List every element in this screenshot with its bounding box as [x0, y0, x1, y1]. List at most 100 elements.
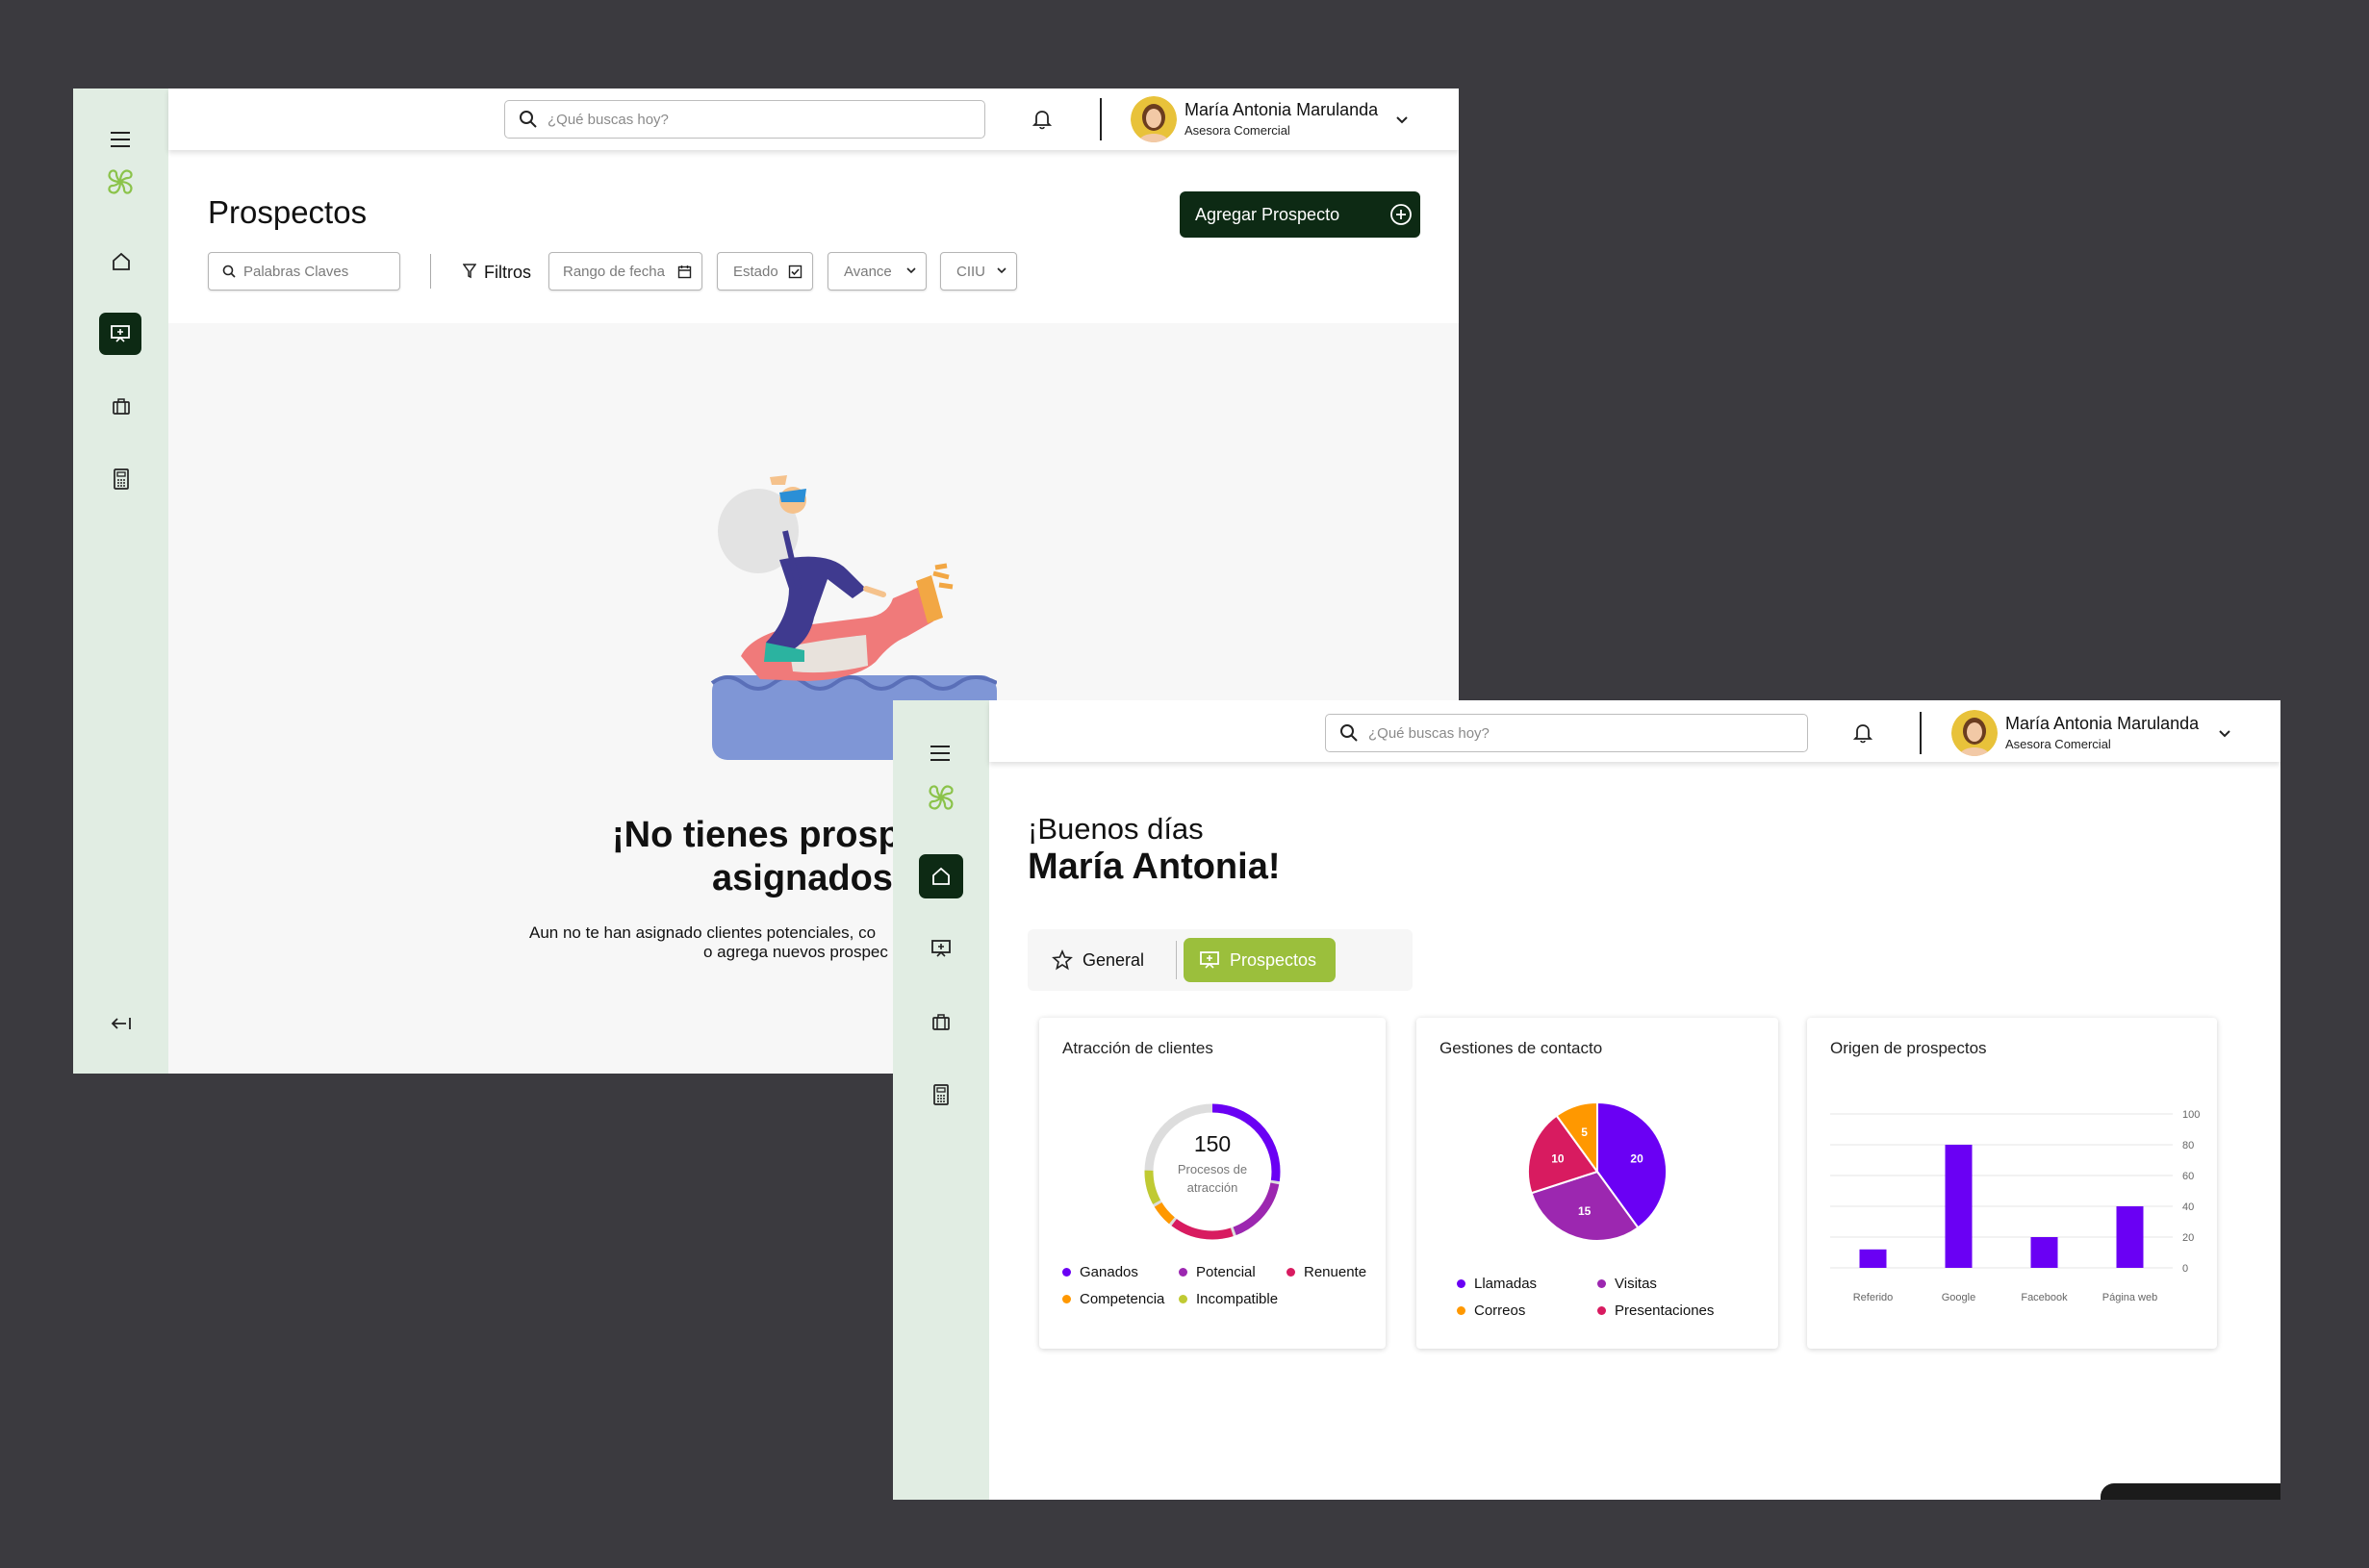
origin-card-title: Origen de prospectos: [1830, 1039, 1987, 1057]
home-icon[interactable]: [102, 242, 140, 281]
greeting: ¡Buenos días: [1028, 812, 1204, 846]
clover-logo-icon: [102, 164, 139, 200]
legend-label: Visitas: [1615, 1276, 1657, 1292]
y-tick-label: 100: [2182, 1109, 2200, 1121]
legend-visitas: Visitas: [1597, 1276, 1657, 1292]
hamburger-icon[interactable]: [926, 739, 955, 768]
contact-card-title: Gestiones de contacto: [1439, 1039, 1603, 1057]
legend-dot: [1597, 1279, 1606, 1288]
legend-dot: [1597, 1306, 1606, 1315]
chevron-down-icon: [997, 267, 1006, 274]
presentation-icon[interactable]: [922, 929, 960, 968]
collapse-left-icon[interactable]: [102, 1004, 140, 1043]
empty-state-title-line1: ¡No tienes prosp: [612, 815, 901, 855]
legend-dot: [1179, 1268, 1187, 1277]
bar-facebook: [2030, 1237, 2058, 1268]
legend-dot: [1286, 1268, 1295, 1277]
legend-label: Presentaciones: [1615, 1302, 1715, 1319]
legend-potencial: Potencial: [1179, 1264, 1256, 1280]
x-tick-label: Página web: [2102, 1292, 2158, 1303]
legend-label: Llamadas: [1474, 1276, 1538, 1292]
briefcase-icon[interactable]: [102, 387, 140, 425]
search-icon: [519, 110, 538, 129]
clover-logo-icon: [923, 779, 959, 816]
y-tick-label: 40: [2182, 1201, 2194, 1213]
legend-dot: [1457, 1306, 1465, 1315]
add-prospect-button[interactable]: Agregar Prospecto: [1180, 191, 1420, 238]
legend-llamadas: Llamadas: [1457, 1276, 1537, 1292]
y-tick-label: 20: [2182, 1232, 2194, 1244]
donut-center-label-2: atracción: [1186, 1180, 1238, 1195]
search-placeholder: ¿Qué buscas hoy?: [548, 111, 669, 128]
chevron-down-icon: [906, 267, 916, 274]
state-label: Estado: [733, 263, 778, 280]
legend-label: Competencia: [1080, 1291, 1165, 1307]
donut-center-value: 150: [1193, 1131, 1232, 1156]
briefcase-icon[interactable]: [922, 1002, 960, 1041]
legend-correos: Correos: [1457, 1302, 1525, 1319]
y-tick-label: 80: [2182, 1140, 2194, 1151]
filter-icon[interactable]: [461, 262, 478, 281]
user-name: María Antonia Marulanda: [1184, 100, 1379, 119]
floating-panel-edge: [2101, 1483, 2280, 1500]
avatar[interactable]: [1131, 96, 1177, 142]
tab-prospectos-label: Prospectos: [1230, 949, 1317, 970]
plus-circle-icon: [1389, 203, 1413, 226]
bar-google: [1945, 1145, 1973, 1268]
calculator-icon[interactable]: [102, 460, 140, 498]
tab-general[interactable]: General: [1052, 945, 1144, 975]
chevron-down-icon[interactable]: [1390, 108, 1414, 131]
contact-pie-chart: 20 15 10 5: [1527, 1100, 1668, 1242]
sidebar: [893, 700, 989, 1500]
legend-dot: [1062, 1295, 1071, 1303]
chevron-down-icon[interactable]: [2213, 721, 2236, 745]
nav-prospectos-icon[interactable]: [99, 313, 141, 355]
origin-bar-chart: 100 80 60 40 20 0 Referido Google Facebook Página…: [1830, 1109, 2200, 1303]
page-title: Prospectos: [208, 194, 368, 230]
tab-divider: [1176, 941, 1177, 979]
y-tick-label: 60: [2182, 1171, 2194, 1182]
user-role: Asesora Comercial: [2005, 737, 2111, 751]
tab-general-label: General: [1083, 949, 1145, 970]
empty-state-text-line1: Aun no te han asignado clientes potencia…: [529, 923, 877, 942]
user-first-name: María Antonia!: [1028, 847, 1281, 887]
date-range-filter[interactable]: Rango de fecha: [548, 252, 702, 291]
topbar-divider: [1920, 712, 1922, 754]
legend-dot: [1457, 1279, 1465, 1288]
x-tick-label: Referido: [1853, 1292, 1894, 1303]
ciiu-filter[interactable]: CIIU: [940, 252, 1017, 291]
checkbox-icon: [788, 265, 802, 279]
global-search-input[interactable]: ¿Qué buscas hoy?: [1325, 714, 1808, 752]
legend-renuente: Renuente: [1286, 1264, 1366, 1280]
home-icon[interactable]: [919, 854, 963, 898]
filters-label[interactable]: Filtros: [484, 263, 531, 283]
topbar: ¿Qué buscas hoy? María Antonia Marulanda…: [989, 700, 2280, 762]
search-icon: [1339, 723, 1359, 743]
legend-dot: [1062, 1268, 1071, 1277]
legend-presentaciones: Presentaciones: [1597, 1302, 1714, 1319]
avatar[interactable]: [1951, 710, 1998, 756]
global-search-input[interactable]: ¿Qué buscas hoy?: [504, 100, 985, 139]
search-placeholder: ¿Qué buscas hoy?: [1368, 724, 1490, 742]
y-tick-label: 0: [2182, 1263, 2188, 1275]
x-tick-label: Facebook: [2021, 1292, 2068, 1303]
bell-icon[interactable]: [1847, 718, 1878, 748]
legend-competencia: Competencia: [1062, 1291, 1164, 1307]
keywords-search-input[interactable]: Palabras Claves: [208, 252, 400, 291]
legend-label: Potencial: [1196, 1264, 1256, 1280]
keywords-placeholder: Palabras Claves: [243, 263, 349, 280]
contact-card: Gestiones de contacto 20 15 10 5 Llamadas V…: [1416, 1018, 1778, 1349]
progress-filter[interactable]: Avance: [828, 252, 927, 291]
state-filter[interactable]: Estado: [717, 252, 813, 291]
ciiu-label: CIIU: [956, 263, 985, 280]
presentation-icon: [1199, 950, 1220, 970]
legend-ganados: Ganados: [1062, 1264, 1138, 1280]
pie-label-llamadas: 20: [1630, 1152, 1643, 1166]
pie-label-presentaciones: 10: [1551, 1152, 1565, 1166]
legend-label: Incompatible: [1196, 1291, 1279, 1307]
hamburger-icon[interactable]: [106, 125, 135, 154]
calculator-icon[interactable]: [922, 1075, 960, 1114]
bell-icon[interactable]: [1027, 104, 1057, 135]
tab-prospectos[interactable]: Prospectos: [1184, 938, 1336, 982]
user-role: Asesora Comercial: [1184, 123, 1290, 138]
